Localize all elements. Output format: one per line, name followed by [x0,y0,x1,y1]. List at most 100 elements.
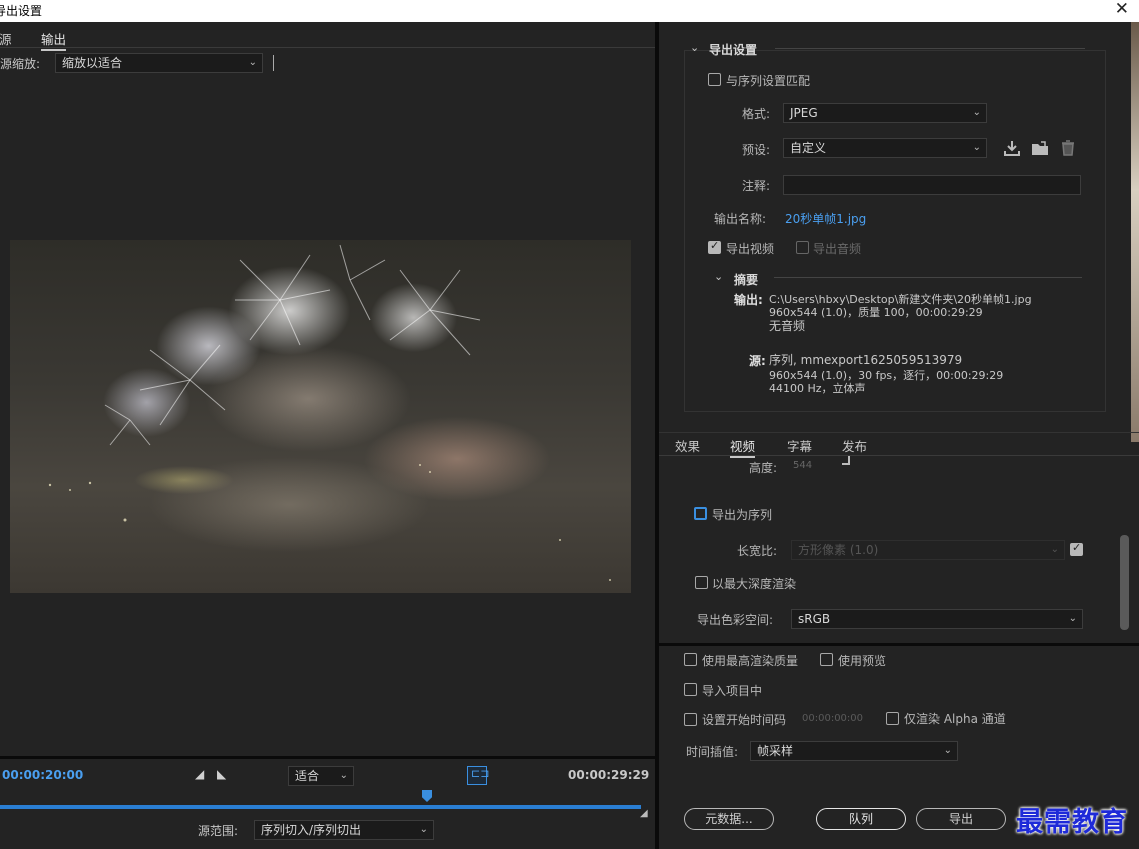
match-sequence-checkbox[interactable] [708,73,721,86]
tab-effects[interactable]: 效果 [675,436,700,455]
settings-tabs: 效果 视频 字幕 发布 [659,432,1139,458]
max-render-quality-checkbox[interactable] [684,653,697,666]
chevron-down-icon: ⌄ [943,745,952,756]
summary-output-audio: 无音频 [769,319,806,333]
out-marker-icon[interactable]: ◢ [640,808,648,819]
chevron-down-icon: ⌄ [248,57,257,68]
output-name-label: 输出名称: [714,212,767,226]
settings-divider [659,643,1139,646]
summary-source-audio: 44100 Hz，立体声 [769,382,866,395]
chevron-down-icon: ⌄ [972,142,981,153]
render-alpha-checkbox[interactable] [886,712,899,725]
queue-button[interactable]: 队列 [816,808,906,830]
aspect-value: 方形像素 (1.0) [798,543,879,557]
aspect-dropdown[interactable]: 方形像素 (1.0) ⌄ [791,540,1065,560]
format-label: 格式: [742,107,771,121]
watermark-logo: 最需教育 [1016,807,1128,838]
tab-output[interactable]: 输出 [41,29,67,51]
metadata-button[interactable]: 元数据... [684,808,774,830]
crop-icon: ⊏⊐ [471,767,490,780]
preview-tabs: 源 输出 [0,26,655,51]
text-cursor [273,55,274,71]
source-range-dropdown[interactable]: 序列切入/序列切出 ⌄ [254,820,434,840]
current-time[interactable]: 00:00:20:00 [2,768,83,782]
import-preset-icon[interactable] [1031,140,1049,156]
export-button[interactable]: 导出 [916,808,1006,830]
video-preview [10,240,631,593]
import-project-checkbox[interactable] [684,683,697,696]
collapse-chevron-icon[interactable]: ⌄ [690,41,699,54]
summary-output-specs: 960x544 (1.0)，质量 100，00:00:29:29 [769,306,983,319]
delete-preset-icon[interactable] [1059,140,1077,156]
format-dropdown[interactable]: JPEG ⌄ [783,103,987,123]
output-name-link[interactable]: 20秒单帧1.jpg [785,210,866,227]
source-scale-dropdown[interactable]: 缩放以适合 ⌄ [55,53,263,73]
summary-output-path: C:\Users\hbxy\Desktop\新建文件夹\20秒单帧1.jpg [769,293,1032,306]
export-as-sequence-label: 导出为序列 [712,508,773,522]
aspect-lock-checkbox[interactable] [1070,541,1083,556]
preset-label: 预设: [742,143,771,157]
save-preset-icon[interactable] [1003,140,1021,156]
tab-captions[interactable]: 字幕 [787,436,812,455]
comments-input[interactable] [783,175,1081,195]
window-title: 导出设置 [0,4,43,18]
settings-scrollbar[interactable] [1120,535,1129,630]
crop-output-button[interactable]: ⊏⊐ [467,766,490,785]
color-space-label: 导出色彩空间: [697,613,774,627]
export-as-sequence-checkbox[interactable] [694,507,707,520]
fireworks-image [48,244,611,581]
use-previews-checkbox[interactable] [820,653,833,666]
time-interpolation-value: 帧采样 [757,744,794,758]
fit-dropdown[interactable]: 适合 ⌄ [288,766,354,786]
export-audio-checkbox[interactable] [796,241,809,254]
timeline-track[interactable] [0,805,641,809]
height-label: 高度: [749,461,778,475]
chevron-down-icon: ⌄ [1050,544,1059,555]
preset-value: 自定义 [790,141,827,155]
set-in-point-icon[interactable]: ◢ [195,767,204,781]
export-audio-label: 导出音频 [813,242,862,256]
comments-label: 注释: [742,179,771,193]
tab-video[interactable]: 视频 [730,436,756,458]
time-interpolation-dropdown[interactable]: 帧采样 ⌄ [750,741,958,761]
use-previews-label: 使用预览 [838,654,887,668]
tab-source[interactable]: 源 [0,29,12,48]
background-strip [1131,22,1139,442]
start-timecode-value[interactable]: 00:00:00:00 [802,713,863,724]
close-icon[interactable]: ✕ [1115,0,1129,19]
chevron-down-icon: ⌄ [1068,613,1077,624]
render-alpha-label: 仅渲染 Alpha 通道 [904,712,1006,726]
match-sequence-label: 与序列设置匹配 [726,74,811,88]
source-range-value: 序列切入/序列切出 [261,823,362,837]
tab-publish[interactable]: 发布 [842,436,867,455]
color-space-dropdown[interactable]: sRGB ⌄ [791,609,1083,629]
fit-value: 适合 [295,769,320,783]
export-video-label: 导出视频 [726,242,775,256]
summary-chevron-icon[interactable]: ⌄ [714,270,723,283]
summary-source-specs: 960x544 (1.0)，30 fps，逐行，00:00:29:29 [769,369,1004,382]
preset-dropdown[interactable]: 自定义 ⌄ [783,138,987,158]
header-rule [775,48,1085,49]
summary-header: 摘要 [734,273,759,287]
source-scale-value: 缩放以适合 [62,56,123,70]
title-bar: 导出设置 ✕ [0,0,1139,22]
chevron-down-icon: ⌄ [339,770,348,781]
set-out-point-icon[interactable]: ◣ [217,767,226,781]
format-value: JPEG [790,106,818,120]
import-project-label: 导入项目中 [702,684,763,698]
export-settings-header: 导出设置 [709,43,758,57]
end-time: 00:00:29:29 [568,768,650,782]
max-depth-label: 以最大深度渲染 [712,577,797,591]
set-start-timecode-checkbox[interactable] [684,713,697,726]
chevron-down-icon: ⌄ [972,107,981,118]
max-depth-checkbox[interactable] [695,576,708,589]
link-bracket-icon [842,456,850,465]
color-space-value: sRGB [798,612,831,626]
summary-rule [774,277,1082,278]
max-render-quality-label: 使用最高渲染质量 [702,654,799,668]
summary-source-sequence: 序列, mmexport1625059513979 [769,353,963,367]
export-video-checkbox[interactable] [708,239,721,254]
summary-source-label: 源: [749,354,766,368]
height-value: 544 [793,460,813,471]
chevron-down-icon: ⌄ [419,824,428,835]
